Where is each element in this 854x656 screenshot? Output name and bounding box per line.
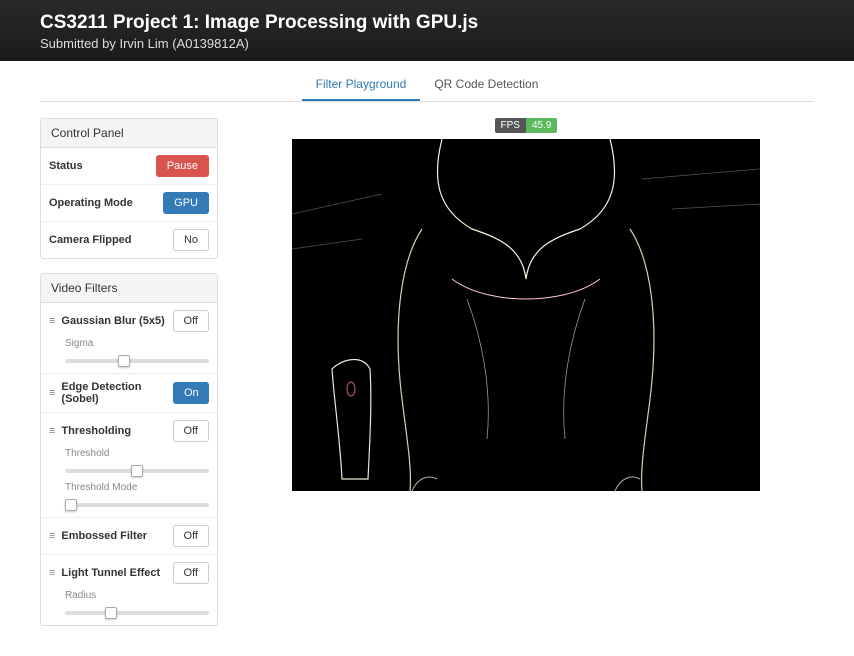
filter-toggle-button[interactable]: Off [173, 562, 209, 584]
filter-block: ≡ Edge Detection (Sobel)On [41, 374, 217, 413]
tab-filter-playground[interactable]: Filter Playground [302, 69, 421, 101]
filter-param: Threshold [49, 448, 209, 476]
fps-badge: FPS 45.9 [495, 118, 558, 133]
filter-param: Threshold Mode [49, 482, 209, 510]
filter-param: Sigma [49, 338, 209, 366]
param-slider[interactable] [65, 611, 209, 615]
video-output [292, 139, 760, 491]
filter-head: ≡ Light Tunnel Effect Off [49, 562, 209, 584]
filter-block: ≡ Thresholding Off Threshold Threshold Mode [41, 413, 217, 518]
mode-label: Operating Mode [49, 197, 133, 209]
param-label: Sigma [65, 338, 209, 349]
fps-value: 45.9 [526, 118, 557, 133]
drag-handle-icon[interactable]: ≡ [49, 388, 55, 399]
app-header: CS3211 Project 1: Image Processing with … [0, 0, 854, 61]
pause-button[interactable]: Pause [156, 155, 209, 177]
filter-name-label: Light Tunnel Effect [61, 567, 160, 579]
param-label: Threshold Mode [65, 482, 209, 493]
drag-handle-icon[interactable]: ≡ [49, 426, 55, 437]
status-label: Status [49, 160, 83, 172]
flip-label: Camera Flipped [49, 234, 132, 246]
drag-handle-icon[interactable]: ≡ [49, 316, 55, 327]
filter-name-label: Edge Detection (Sobel) [61, 381, 173, 405]
filter-head: ≡ Gaussian Blur (5x5) Off [49, 310, 209, 332]
filter-head: ≡ Edge Detection (Sobel)On [49, 381, 209, 405]
control-panel: Control Panel Status Pause Operating Mod… [40, 118, 218, 259]
page-title: CS3211 Project 1: Image Processing with … [40, 12, 814, 34]
param-label: Radius [65, 590, 209, 601]
tab-bar: Filter Playground QR Code Detection [40, 61, 814, 102]
page-subtitle: Submitted by Irvin Lim (A0139812A) [40, 36, 814, 51]
param-label: Threshold [65, 448, 209, 459]
gpu-toggle-button[interactable]: GPU [163, 192, 209, 214]
fps-label: FPS [495, 118, 526, 133]
filter-toggle-button[interactable]: Off [173, 420, 209, 442]
param-slider[interactable] [65, 503, 209, 507]
video-filters-panel: Video Filters ≡ Gaussian Blur (5x5) Off Sig… [40, 273, 218, 626]
drag-handle-icon[interactable]: ≡ [49, 531, 55, 542]
filter-head: ≡ Embossed Filter Off [49, 525, 209, 547]
filter-block: ≡ Gaussian Blur (5x5) Off Sigma [41, 303, 217, 374]
filter-name-label: Thresholding [61, 425, 131, 437]
filter-head: ≡ Thresholding Off [49, 420, 209, 442]
filter-name-label: Gaussian Blur (5x5) [61, 315, 164, 327]
flip-toggle-button[interactable]: No [173, 229, 209, 251]
filter-name-label: Embossed Filter [61, 530, 147, 542]
filter-toggle-button[interactable]: On [173, 382, 209, 404]
filter-block: ≡ Embossed Filter Off [41, 518, 217, 555]
filter-toggle-button[interactable]: Off [173, 310, 209, 332]
control-panel-title: Control Panel [41, 119, 217, 148]
filter-param: Radius [49, 590, 209, 618]
drag-handle-icon[interactable]: ≡ [49, 568, 55, 579]
param-slider[interactable] [65, 359, 209, 363]
filter-toggle-button[interactable]: Off [173, 525, 209, 547]
video-filters-title: Video Filters [41, 274, 217, 303]
filter-block: ≡ Light Tunnel Effect Off Radius [41, 555, 217, 625]
param-slider[interactable] [65, 469, 209, 473]
tab-qr-detection[interactable]: QR Code Detection [420, 69, 552, 101]
